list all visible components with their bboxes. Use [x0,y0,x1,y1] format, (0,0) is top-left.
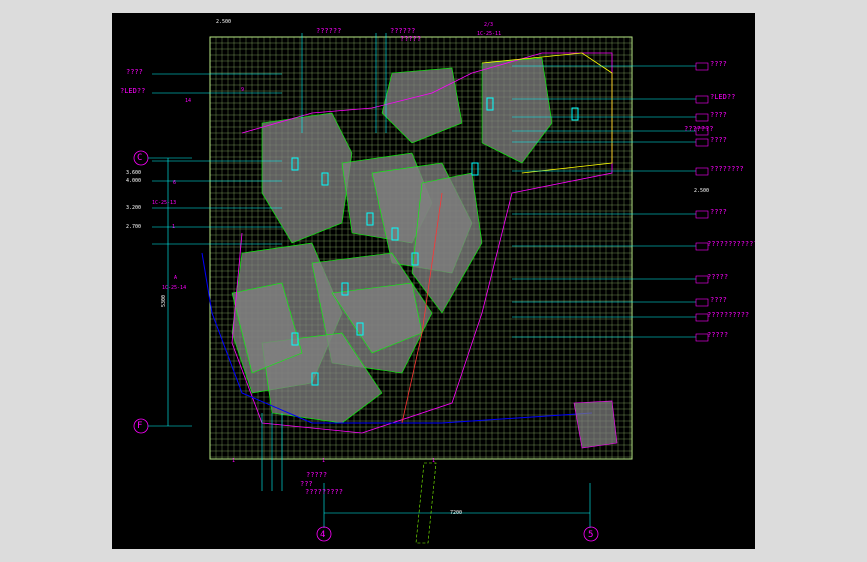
tag-t6: 1 [172,224,176,230]
tag-b1: 1 [232,458,236,464]
bottom-label-2: ??? [300,480,313,488]
right-label-6: ???????? [710,165,744,173]
grid-marker-f: F [137,421,143,431]
bottom-label-3: ????????? [305,488,343,496]
tag-t2: 14 [185,98,192,104]
dim-3600: 3.600 [126,170,142,176]
right-label-11: ?????????? [707,311,750,319]
right-label-2: ?LED?? [710,93,736,101]
left-label-1: ???? [126,68,143,76]
right-label-box-6 [695,167,709,176]
right-label-box-5 [695,138,709,147]
light-fixture-10 [571,107,579,121]
right-label-box-2 [695,95,709,104]
dim-bottom-span: 7200 [450,510,463,516]
dim-top-2500: 2.500 [216,19,232,25]
right-label-8: ???????????? [707,240,755,248]
right-label-9: ????? [707,273,729,281]
right-label-box-1 [695,62,709,71]
dim-right-2500: 2.500 [694,188,710,194]
tag-t3: 9 [241,87,245,93]
corridor-outline [415,462,437,544]
grid-marker-c: C [137,153,143,163]
right-label-7: ???? [710,208,727,216]
right-label-4: ??????? [684,125,714,133]
tag-code3: 1C-25-14 [162,285,187,291]
right-label-5: ???? [710,136,727,144]
tag-t5: A [174,275,178,281]
right-label-box-7 [695,210,709,219]
tag-code2: 1C-25-13 [152,200,177,206]
right-label-12: ????? [707,331,729,339]
right-label-box-3 [695,113,709,122]
tag-code1: 1C-25-11 [477,31,502,37]
right-label-10: ???? [710,296,727,304]
top-label-1: ?????? [316,27,342,35]
right-label-3: ???? [710,111,727,119]
tag-t4: 6 [173,180,177,186]
dim-vertical: 5300 [161,294,168,308]
dim-3200: 3.200 [126,205,142,211]
right-label-box-10 [695,298,709,307]
ceiling-panel-1 [261,112,353,244]
grid-marker-5: 5 [588,530,594,540]
cad-drawing-canvas[interactable]: ???? ?LED?? ???? ??????? ???? ???????? ?… [112,13,755,549]
top-label-3: ????? [400,35,422,43]
tag-b3: 1 [432,458,436,464]
grid-marker-4: 4 [320,530,326,540]
stair-feature [573,400,618,449]
ceiling-panel-4 [411,172,483,314]
dim-4000: 4.000 [126,178,142,184]
tag-t1: 2/3 [484,22,494,28]
top-label-2: ?????? [390,27,416,35]
ceiling-plan-drawing [133,33,709,544]
tag-b2: 1 [322,458,326,464]
right-label-1: ???? [710,60,727,68]
dim-2700: 2.700 [126,224,142,230]
left-label-2: ?LED?? [120,87,146,95]
bottom-label-1: ????? [306,471,328,479]
